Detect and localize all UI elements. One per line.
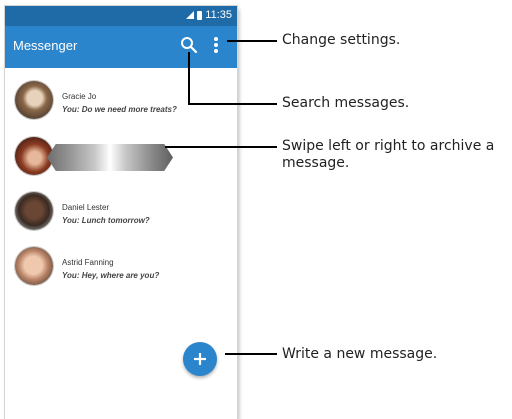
status-bar: 11:35 (5, 6, 237, 26)
avatar (15, 192, 53, 230)
app-bar: Messenger (5, 26, 237, 68)
conversation-item-daniel-lester[interactable]: Daniel Lester You: Lunch tomorrow? (5, 189, 237, 235)
new-message-leader-line (225, 353, 277, 355)
conversation-item-gracie-jo[interactable]: Gracie Jo You: Do we need more treats? (5, 78, 237, 124)
new-message-button[interactable] (183, 342, 217, 376)
more-vert-icon[interactable] (209, 35, 223, 57)
callout-swipe-line2: message. (282, 155, 350, 171)
conversation-item-swiping[interactable]: Y (5, 134, 237, 180)
avatar (15, 247, 53, 285)
swipe-archive-indicator[interactable] (47, 144, 173, 171)
contact-name: Daniel Lester (62, 203, 110, 212)
callout-write-new-message: Write a new message. (282, 346, 438, 362)
contact-name: Astrid Fanning (62, 258, 114, 267)
phone-screen: 11:35 Messenger Gracie Jo You: Do we nee… (5, 6, 237, 419)
message-preview: You: Do we need more treats? (62, 105, 177, 114)
callout-search-messages: Search messages. (282, 95, 410, 111)
settings-leader-line (227, 40, 277, 42)
avatar (15, 137, 53, 175)
conversation-item-astrid-fanning[interactable]: Astrid Fanning You: Hey, where are you? (5, 244, 237, 290)
app-title: Messenger (13, 38, 78, 53)
message-preview: You: Hey, where are you? (62, 271, 160, 280)
plus-icon (194, 353, 206, 365)
status-time: 11:35 (205, 9, 232, 21)
message-preview: You: Lunch tomorrow? (62, 216, 150, 225)
signal-icon (186, 11, 195, 19)
search-leader-line-horizontal (188, 103, 277, 105)
callout-change-settings: Change settings. (282, 32, 401, 48)
callout-swipe-line1: Swipe left or right to archive a (282, 138, 495, 154)
search-leader-line-vertical (188, 52, 190, 104)
swipe-leader-line (165, 146, 277, 148)
battery-icon (197, 10, 203, 20)
avatar (15, 81, 53, 119)
contact-name: Gracie Jo (62, 92, 97, 101)
